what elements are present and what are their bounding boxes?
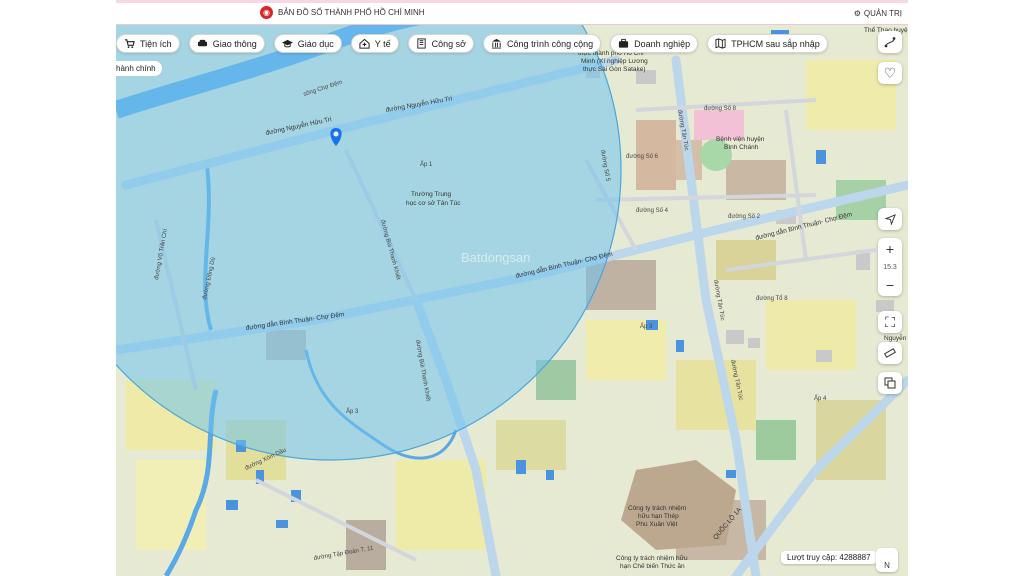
top-accent-line (116, 0, 908, 3)
admin-icon: ⚙ (853, 9, 861, 18)
favorite-control[interactable]: ♡ (878, 62, 902, 84)
chip-y-te[interactable]: Y tế (350, 34, 399, 53)
label-ap-3: Ấp 3 (346, 408, 359, 415)
hospital-icon (359, 38, 370, 49)
brand[interactable]: ◉ BẢN ĐỒ SỐ THÀNH PHỐ HỒ CHÍ MINH (260, 6, 425, 19)
measure-control[interactable] (878, 342, 902, 364)
chip-label: Doanh nghiệp (634, 38, 691, 49)
poi-thep-line2: hữu hạn Thép (638, 513, 679, 520)
label-to-8: đường Tổ 8 (756, 295, 788, 302)
briefcase-icon (619, 38, 629, 48)
chip-giao-thong[interactable]: Giao thông (188, 34, 265, 53)
admin-label: QUẢN TRỊ (863, 9, 902, 18)
map-layer[interactable]: sông Chợ Đệm đường Nguyễn Hữu Trí đường … (116, 0, 908, 576)
label-so-8: đường Số 8 (704, 106, 737, 112)
watermark-text: Batdongsan (461, 250, 530, 265)
zoom-level: 15.3 (883, 263, 897, 271)
chip-tphcm-sau-sap-nhap[interactable]: TPHCM sau sắp nhập (707, 34, 828, 53)
chip-label: TPHCM sau sắp nhập (731, 38, 820, 49)
heart-icon[interactable]: ♡ (878, 62, 902, 84)
layers-icon[interactable] (878, 372, 902, 394)
locate-control[interactable] (878, 208, 902, 230)
chip-label: Giáo dục (297, 38, 334, 49)
zoom-in-button[interactable]: + (878, 238, 902, 260)
chip-cong-so[interactable]: Công sở (407, 34, 475, 53)
label-so-2: đường Số 2 (728, 214, 761, 220)
chip-hanh-chinh-label: hành chính (116, 64, 156, 73)
cart-icon (124, 39, 135, 49)
poi-che-bien-line2: hạn Chế biến Thức ăn (620, 561, 685, 570)
compass-north-label: N (884, 561, 890, 570)
ruler-icon[interactable] (878, 342, 902, 364)
app-title: BẢN ĐỒ SỐ THÀNH PHỐ HỒ CHÍ MINH (278, 8, 425, 17)
top-bar: ◉ BẢN ĐỒ SỐ THÀNH PHỐ HỒ CHÍ MINH ⚙ QUẢN… (116, 0, 908, 25)
city-logo-icon: ◉ (260, 6, 273, 19)
chip-label: Công trình công cộng (507, 38, 594, 49)
office-icon (417, 38, 426, 49)
poi-thep-line3: Phú Xuân Việt (636, 521, 678, 528)
compass-button[interactable]: N (876, 548, 898, 572)
car-icon (197, 39, 207, 47)
map-fold-icon (715, 38, 726, 49)
poi-thep-line1: Công ty trách nhiệm (628, 505, 686, 512)
poi-benh-vien-line2: Bình Chánh (724, 144, 759, 151)
label-so-6: đường Số 6 (626, 154, 659, 160)
chip-label: Y tế (374, 38, 391, 49)
zoom-out-button[interactable]: − (878, 274, 902, 296)
poi-truong-line2: học cơ sở Tân Túc (406, 199, 461, 207)
navigation-arrow-icon[interactable] (878, 208, 902, 230)
label-ap-3-b: Ấp 3 (640, 323, 653, 330)
fullscreen-icon[interactable]: ⛶ (878, 311, 902, 333)
chip-tien-ich[interactable]: Tiện ích (116, 34, 180, 53)
layers-control[interactable] (878, 372, 902, 394)
public-building-icon (491, 38, 502, 49)
chip-cong-trinh-cong-cong[interactable]: Công trình công cộng (483, 34, 602, 53)
fullscreen-control[interactable]: ⛶ (878, 311, 902, 333)
poi-che-bien-line1: Công ty trách nhiệm hữu (616, 555, 688, 562)
map-canvas[interactable]: sông Chợ Đệm đường Nguyễn Hữu Trí đường … (116, 0, 908, 576)
poi-luong-thuc-line3: thực Sài Gòn Satake) (583, 66, 646, 73)
label-ap-4: Ấp 4 (814, 395, 827, 402)
poi-luong-thuc-line2: Minh (Xí nghiệp Lương (581, 58, 648, 65)
visit-counter: Lượt truy cập: 4288887 (781, 551, 877, 564)
route-control[interactable] (878, 31, 902, 53)
zoom-control: + 15.3 − (878, 238, 902, 296)
category-chip-bar: Tiện ích Giao thông Giáo dục Y tế Công s… (116, 34, 828, 53)
label-so-4: đường Số 4 (636, 208, 669, 214)
chip-hanh-chinh[interactable]: hành chính (116, 61, 162, 76)
route-icon[interactable] (878, 31, 902, 53)
poi-truong-line1: Trường Trung (411, 191, 452, 198)
label-ap-1: Ấp 1 (420, 161, 433, 168)
admin-link[interactable]: ⚙ QUẢN TRỊ (854, 9, 902, 18)
chip-doanh-nghiep[interactable]: Doanh nghiệp (610, 34, 699, 53)
chip-label: Giao thông (212, 38, 257, 49)
chip-giao-duc[interactable]: Giáo dục (273, 34, 342, 53)
poi-benh-vien-line1: Bệnh viện huyện (716, 136, 765, 143)
chip-label: Công sở (431, 38, 467, 49)
poi-nguyen: Nguyễn (884, 333, 907, 342)
graduation-cap-icon (281, 39, 293, 48)
chip-label: Tiện ích (140, 38, 172, 49)
